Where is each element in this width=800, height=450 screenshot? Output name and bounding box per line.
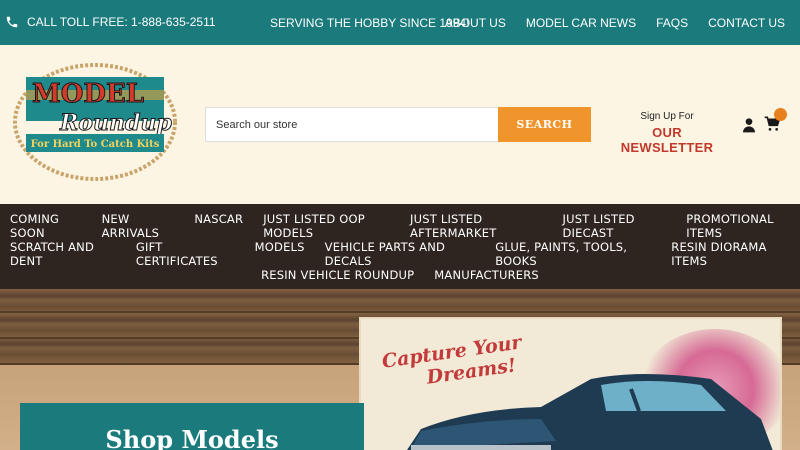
hero-poster-image[interactable]: Capture Your Dreams! [359,317,782,450]
nav-coming-soon[interactable]: COMING SOON [0,212,92,240]
cart-count-badge [774,108,787,121]
logo-line3: For Hard To Catch Kits [31,139,160,150]
slogan: SERVING THE HOBBY SINCE 1994! [270,16,470,30]
nav-resin-diorama-items[interactable]: RESIN DIORAMA ITEMS [661,240,800,268]
search-bar: SEARCH [205,107,591,142]
nav-resin-vehicle-roundup[interactable]: RESIN VEHICLE ROUNDUP [251,268,424,282]
nav-just-listed-oop-models[interactable]: JUST LISTED OOP MODELS [253,212,400,240]
logo-line2: Roundup [59,110,172,136]
user-icon[interactable] [741,117,757,133]
nav-models[interactable]: MODELS [245,240,315,268]
newsletter-big-text: OUR NEWSLETTER [620,125,714,155]
nav-just-listed-diecast[interactable]: JUST LISTED DIECAST [553,212,677,240]
search-button[interactable]: SEARCH [498,107,591,142]
nav-vehicle-parts-and-decals[interactable]: VEHICLE PARTS AND DECALS [315,240,486,268]
top-bar: CALL TOLL FREE: 1-888-635-2511 SERVING T… [0,0,800,45]
nav-new-arrivals[interactable]: NEW ARRIVALS [92,212,185,240]
nav-nascar[interactable]: NASCAR [184,212,253,240]
phone-text: CALL TOLL FREE: 1-888-635-2511 [27,15,216,29]
phone-contact[interactable]: CALL TOLL FREE: 1-888-635-2511 [5,15,216,29]
search-input[interactable] [205,107,498,142]
nav-promotional-items[interactable]: PROMOTIONAL ITEMS [676,212,800,240]
newsletter-signup[interactable]: Sign Up For OUR NEWSLETTER [612,111,722,155]
nav-row: SCRATCH AND DENT GIFT CERTIFICATES MODEL… [0,240,800,268]
newsletter-small-text: Sign Up For [640,111,694,122]
top-links: ABOUT US MODEL CAR NEWS FAQS CONTACT US [445,16,785,30]
wood-plank-divider [0,311,800,313]
classic-car-illustration [407,374,773,450]
main-nav: COMING SOON NEW ARRIVALS NASCAR JUST LIS… [0,204,800,289]
nav-glue-paints-tools-books[interactable]: GLUE, PAINTS, TOOLS, BOOKS [485,240,661,268]
hero-banner: Capture Your Dreams! Shop Models [0,289,800,450]
shop-models-title: Shop Models [105,425,279,450]
nav-row: RESIN VEHICLE ROUNDUP MANUFACTURERS [0,268,800,282]
site-logo[interactable]: MODEL Roundup For Hard To Catch Kits [12,62,178,182]
nav-scratch-and-dent[interactable]: SCRATCH AND DENT [0,240,126,268]
header: MODEL Roundup For Hard To Catch Kits SEA… [0,45,800,204]
phone-icon [6,16,18,28]
link-model-car-news[interactable]: MODEL CAR NEWS [526,16,636,30]
nav-manufacturers[interactable]: MANUFACTURERS [424,268,549,282]
link-about-us[interactable]: ABOUT US [445,16,506,30]
shop-models-panel[interactable]: Shop Models [20,403,364,450]
nav-gift-certificates[interactable]: GIFT CERTIFICATES [126,240,245,268]
logo-line1: MODEL [32,79,144,109]
link-contact-us[interactable]: CONTACT US [708,16,785,30]
nav-just-listed-aftermarket[interactable]: JUST LISTED AFTERMARKET [400,212,552,240]
link-faqs[interactable]: FAQS [656,16,688,30]
nav-row: COMING SOON NEW ARRIVALS NASCAR JUST LIS… [0,212,800,240]
